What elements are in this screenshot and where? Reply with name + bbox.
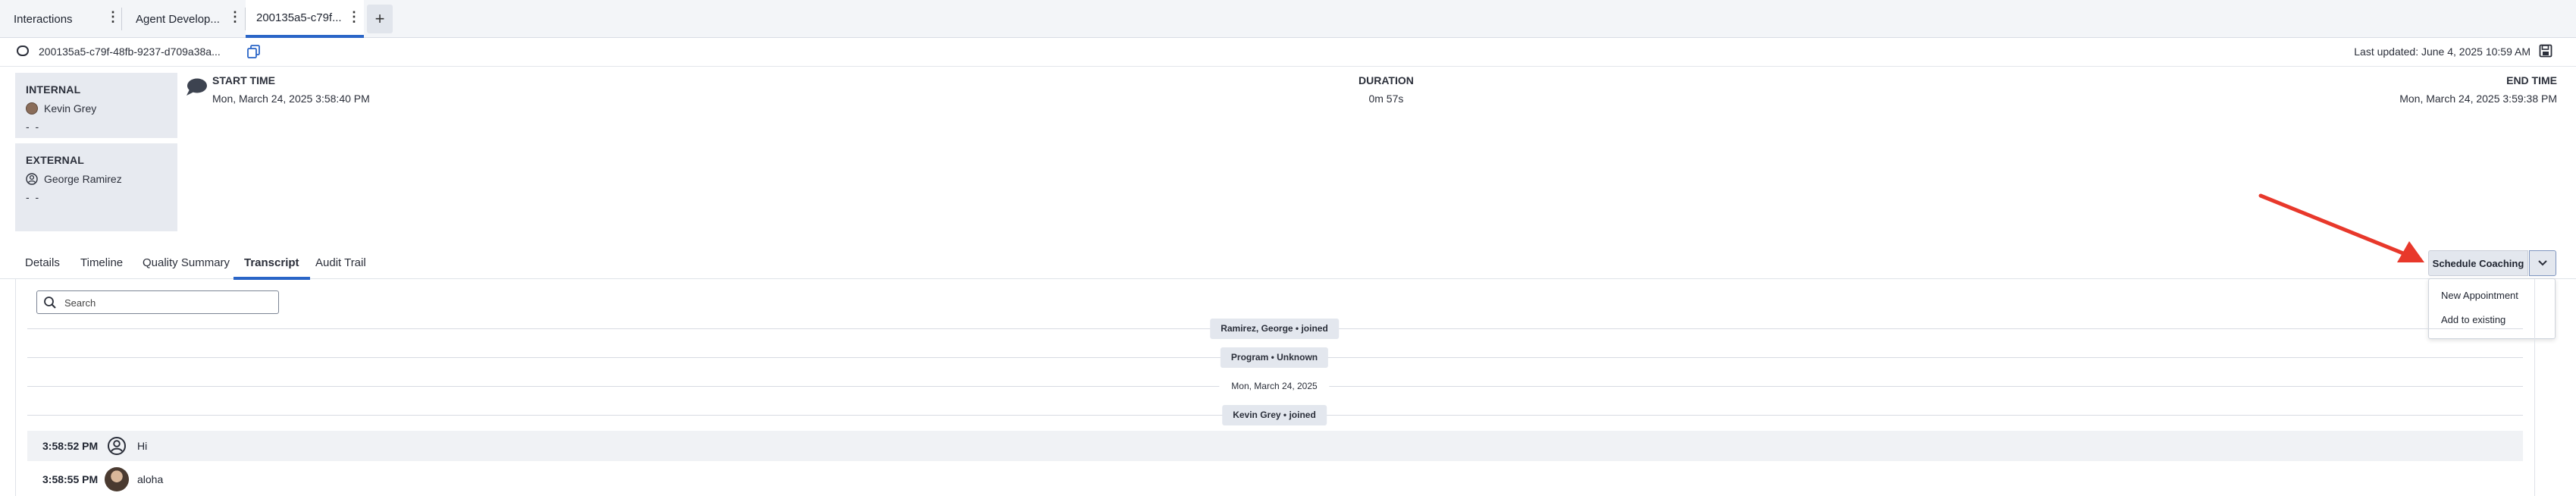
tab-label: 200135a5-c79f... [256,11,342,24]
user-circle-icon [108,437,126,455]
transcript-message: 3:58:52 PM Hi [27,431,2523,461]
tab-conversation[interactable]: 200135a5-c79f... ⋮ [246,0,364,38]
duration-label: DURATION [1359,74,1414,86]
start-time-label: START TIME [212,74,275,86]
participant-type: EXTERNAL [26,154,85,166]
conversation-id-bar: 200135a5-c79f-48fb-9237-d709a38a... Last… [0,38,2576,67]
message-time: 3:58:55 PM [42,473,99,485]
participant-detail: - - [26,191,41,203]
save-icon[interactable] [2539,44,2552,58]
end-time-value: Mon, March 24, 2025 3:59:38 PM [2399,93,2557,105]
event-badge: Kevin Grey • joined [1222,405,1327,425]
tab-transcript[interactable]: Transcript [233,256,310,280]
message-text: aloha [137,473,164,485]
tab-quality-summary[interactable]: Quality Summary [143,256,230,277]
schedule-coaching-button[interactable]: Schedule Coaching [2428,250,2528,276]
start-time: START TIME Mon, March 24, 2025 3:58:40 P… [212,74,370,105]
kebab-menu-icon[interactable]: ⋮ [347,9,361,25]
tab-details[interactable]: Details [25,256,60,277]
transcript-search [36,290,279,314]
chat-icon [17,46,29,56]
kebab-menu-icon[interactable]: ⋮ [106,9,120,25]
tab-bar: Interactions ⋮ Agent Develop... ⋮ 200135… [0,0,2576,38]
kebab-menu-icon[interactable]: ⋮ [228,9,242,25]
tab-audit-trail[interactable]: Audit Trail [315,256,366,277]
event-badge: Ramirez, George • joined [1210,319,1339,339]
user-circle-icon [26,173,38,185]
chat-bubble-icon [186,78,207,96]
message-time: 3:58:52 PM [42,440,99,452]
transcript-message: 3:58:55 PM aloha [27,464,2523,494]
tab-timeline[interactable]: Timeline [80,256,123,277]
add-tab-button[interactable]: + [367,5,393,33]
end-time-label: END TIME [2506,74,2557,86]
external-participant-panel: EXTERNAL George Ramirez - - [15,143,177,231]
tab-label: Interactions [14,12,73,26]
internal-participant-panel: INTERNAL Kevin Grey - - [15,73,177,138]
duration-value: 0m 57s [1368,93,1404,105]
start-time-value: Mon, March 24, 2025 3:58:40 PM [212,93,370,105]
participant-detail: - - [26,121,41,133]
agent-avatar [26,102,38,115]
last-updated: Last updated: June 4, 2025 10:59 AM [2354,46,2531,58]
tab-agent-development[interactable]: Agent Develop... ⋮ [122,0,245,38]
tab-interactions[interactable]: Interactions ⋮ [0,0,121,38]
plus-icon: + [374,9,385,28]
message-text: Hi [137,440,148,452]
conversation-id: 200135a5-c79f-48fb-9237-d709a38a... [39,46,221,58]
copy-icon[interactable] [247,45,261,58]
participant-name: Kevin Grey [44,102,97,115]
chevron-down-icon [2538,260,2547,266]
end-time: END TIME Mon, March 24, 2025 3:59:38 PM [2399,74,2557,105]
agent-avatar [105,467,129,491]
search-input[interactable] [64,294,269,311]
duration: DURATION 0m 57s [1359,74,1414,105]
detail-tabs: Details Timeline Quality Summary Transcr… [0,250,2576,280]
search-icon [44,297,56,309]
tab-label: Agent Develop... [136,12,220,26]
schedule-coaching-dropdown-toggle[interactable] [2529,250,2556,276]
participant-name: George Ramirez [44,173,122,185]
participant-type: INTERNAL [26,83,81,96]
event-badge: Program • Unknown [1220,347,1329,368]
annotation-arrow [2258,193,2424,262]
date-label: Mon, March 24, 2025 [1219,376,1330,397]
